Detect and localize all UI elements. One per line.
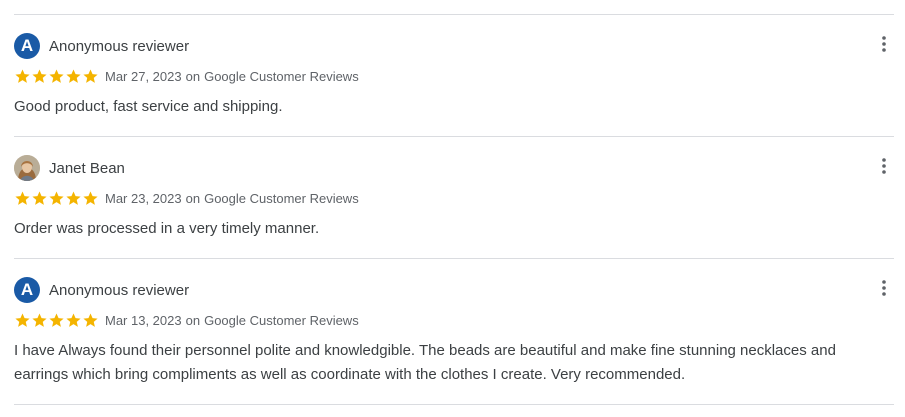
- review-source: Google Customer Reviews: [204, 68, 359, 84]
- star-rating: [14, 190, 99, 207]
- star-icon: [49, 313, 64, 327]
- star-icon: [32, 69, 47, 83]
- star-rating: [14, 68, 99, 85]
- reviewer-name: Janet Bean: [49, 160, 125, 177]
- review-date: Mar 23, 2023: [105, 190, 182, 206]
- review-item: A Anonymous reviewer Mar 27, 2023 on Goo…: [14, 15, 894, 136]
- review-meta: Mar 27, 2023 on Google Customer Reviews: [14, 67, 359, 85]
- star-icon: [49, 191, 64, 205]
- more-options-button[interactable]: [878, 156, 890, 176]
- more-vert-icon: [882, 280, 886, 296]
- star-icon: [32, 313, 47, 327]
- star-icon: [32, 191, 47, 205]
- star-icon: [15, 69, 30, 83]
- star-icon: [83, 313, 98, 327]
- star-icon: [15, 191, 30, 205]
- review-source-prefix: on: [185, 68, 201, 84]
- star-icon: [66, 69, 81, 83]
- more-vert-icon: [882, 158, 886, 174]
- more-vert-icon: [882, 36, 886, 52]
- review-source: Google Customer Reviews: [204, 190, 359, 206]
- more-options-button[interactable]: [878, 278, 890, 298]
- star-icon: [66, 191, 81, 205]
- avatar-photo-icon: [14, 155, 40, 181]
- reviewer-name: Anonymous reviewer: [49, 282, 190, 299]
- star-icon: [49, 69, 64, 83]
- reviewer-name: Anonymous reviewer: [49, 38, 190, 55]
- review-text: Order was processed in a very timely man…: [14, 220, 320, 237]
- review-date: Mar 13, 2023: [105, 312, 182, 328]
- avatar: A: [14, 277, 40, 303]
- review-meta: Mar 23, 2023 on Google Customer Reviews: [14, 189, 359, 207]
- more-options-button[interactable]: [878, 34, 890, 54]
- star-icon: [66, 313, 81, 327]
- review-meta: Mar 13, 2023 on Google Customer Reviews: [14, 311, 359, 329]
- avatar: A: [14, 33, 40, 59]
- star-icon: [83, 69, 98, 83]
- review-source: Google Customer Reviews: [204, 312, 359, 328]
- star-icon: [83, 191, 98, 205]
- review-item: A Anonymous reviewer Mar 13, 2023 on Goo…: [14, 259, 894, 404]
- review-date: Mar 27, 2023: [105, 68, 182, 84]
- star-rating: [14, 312, 99, 329]
- avatar: [14, 155, 40, 181]
- review-source-prefix: on: [185, 312, 201, 328]
- divider: [14, 404, 894, 405]
- star-icon: [15, 313, 30, 327]
- review-text: Good product, fast service and shipping.: [14, 98, 283, 115]
- review-text: I have Always found their personnel poli…: [14, 342, 836, 383]
- reviews-list: A Anonymous reviewer Mar 27, 2023 on Goo…: [14, 14, 894, 405]
- review-source-prefix: on: [185, 190, 201, 206]
- review-item: Janet Bean Mar 23, 2023 on Google Custom…: [14, 137, 894, 258]
